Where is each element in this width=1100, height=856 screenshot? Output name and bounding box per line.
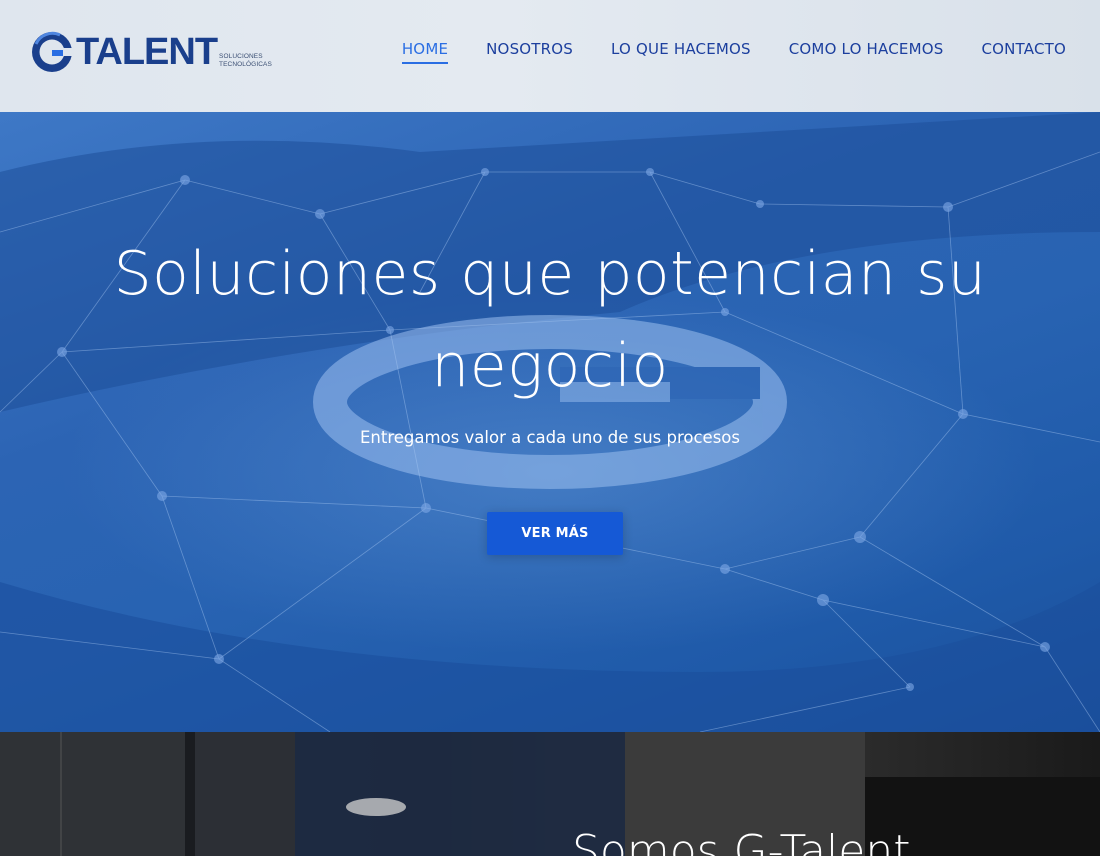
main-nav: HOME NOSOTROS LO QUE HACEMOS COMO LO HAC… (364, 40, 1066, 64)
hero-section: Soluciones que potencian su negocio Entr… (0, 112, 1100, 732)
nav-nosotros[interactable]: NOSOTROS (486, 40, 573, 64)
about-section: Somos G-Talent (0, 732, 1100, 856)
nav-lo-que-hacemos[interactable]: LO QUE HACEMOS (611, 40, 751, 64)
nav-contacto[interactable]: CONTACTO (981, 40, 1066, 64)
logo-wordmark: TALENT (76, 31, 218, 73)
logo-tagline: SOLUCIONES TECNOLÓGICAS (219, 35, 272, 69)
about-title: Somos G-Talent (572, 826, 911, 856)
g-talent-logo[interactable]: TALENT SOLUCIONES TECNOLÓGICAS (30, 30, 272, 74)
hero-title: Soluciones que potencian su negocio (113, 239, 987, 401)
about-background-image (0, 732, 1100, 856)
logo-tagline-line2: TECNOLÓGICAS (219, 61, 272, 68)
nav-como-lo-hacemos[interactable]: COMO LO HACEMOS (789, 40, 944, 64)
nav-home[interactable]: HOME (401, 40, 449, 64)
site-header: TALENT SOLUCIONES TECNOLÓGICAS HOME NOSO… (0, 0, 1100, 112)
hero-subtitle: Entregamos valor a cada uno de sus proce… (360, 428, 740, 447)
ver-mas-button[interactable]: VER MÁS (487, 512, 623, 555)
hero-background-image (0, 112, 1100, 732)
g-logo-icon (32, 31, 74, 72)
logo-tagline-line1: SOLUCIONES (219, 53, 263, 60)
